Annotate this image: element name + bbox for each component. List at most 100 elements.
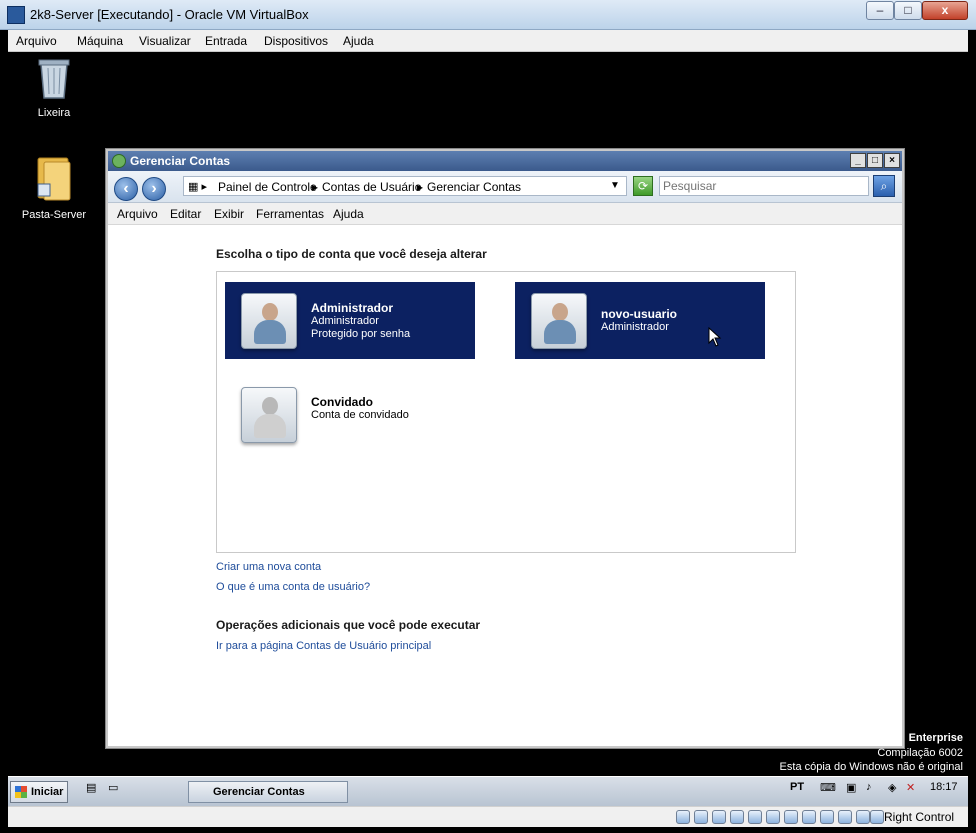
account-name: Administrador [311, 301, 394, 315]
clock[interactable]: 18:17 [930, 781, 958, 793]
volume-icon[interactable]: ♪ [866, 781, 872, 793]
connection-error-icon[interactable]: ✕ [906, 781, 915, 794]
keyboard-icon[interactable]: ⌨ [820, 781, 836, 794]
account-name: Convidado [311, 395, 373, 409]
server-manager-icon[interactable]: ▤ [86, 781, 96, 794]
recycle-bin-icon [14, 56, 94, 103]
address-dropdown-icon[interactable]: ▼ [610, 180, 620, 191]
host-key-icon[interactable] [870, 810, 884, 824]
close-button[interactable]: × [884, 153, 900, 168]
recording-icon[interactable] [820, 810, 834, 824]
audio-icon[interactable] [730, 810, 744, 824]
content-pane: Escolha o tipo de conta que você deseja … [108, 227, 902, 746]
search-input[interactable] [659, 176, 869, 196]
start-label: Iniciar [31, 786, 64, 798]
network-icon[interactable]: ▣ [846, 781, 856, 794]
vbox-window-title: 2k8-Server [Executando] - Oracle VM Virt… [30, 7, 309, 22]
accounts-list: Administrador Administrador Protegido po… [216, 271, 796, 553]
desktop-icon-recycle-bin[interactable]: Lixeira [14, 56, 94, 119]
network-adapter-icon[interactable] [748, 810, 762, 824]
account-tile-administrador[interactable]: Administrador Administrador Protegido po… [225, 282, 475, 359]
control-panel-icon: ▦ ▸ [188, 181, 207, 193]
windows-edition: Enterprise [908, 732, 963, 744]
vbox-titlebar: 2k8-Server [Executando] - Oracle VM Virt… [0, 0, 976, 30]
folder-icon [14, 156, 94, 205]
account-type: Administrador [601, 321, 669, 333]
vbox-minimize-button[interactable]: – [866, 1, 894, 20]
desktop-icon-label: Lixeira [37, 107, 71, 119]
account-password-status: Protegido por senha [311, 328, 411, 340]
display-icon[interactable] [802, 810, 816, 824]
back-button[interactable]: ‹ [114, 177, 138, 201]
menu-ferramentas[interactable]: Ferramentas [256, 207, 324, 221]
guest-avatar-icon [241, 387, 297, 443]
refresh-icon[interactable]: ⟳ [633, 176, 653, 196]
taskbar-button-label: Gerenciar Contas [213, 786, 305, 798]
user-accounts-main-link[interactable]: Ir para a página Contas de Usuário princ… [216, 640, 431, 652]
breadcrumb-separator: ▸ [417, 180, 424, 194]
breadcrumb-item-gerenciar[interactable]: Gerenciar Contas [427, 180, 521, 194]
virtualbox-app-icon [7, 6, 25, 24]
desktop-icon-label: Pasta-Server [21, 209, 87, 221]
floppy-icon[interactable] [712, 810, 726, 824]
vbox-menu-visualizar[interactable]: Visualizar [139, 34, 191, 48]
menu-exibir[interactable]: Exibir [214, 207, 244, 221]
desktop-icon-pasta-server[interactable]: Pasta-Server [14, 156, 94, 221]
usb-icon[interactable] [766, 810, 780, 824]
taskbar: Iniciar ▤ ▭ Gerenciar Contas PT ⌨ ▣ ♪ ◈ … [8, 776, 968, 806]
page-heading: Escolha o tipo de conta que você deseja … [216, 247, 487, 261]
window-title: Gerenciar Contas [130, 154, 231, 168]
windows-logo-icon [15, 786, 27, 798]
account-tile-novo-usuario[interactable]: novo-usuario Administrador [515, 282, 765, 359]
taskbar-button-gerenciar-contas[interactable]: Gerenciar Contas [188, 781, 348, 803]
what-is-account-link[interactable]: O que é uma conta de usuário? [216, 581, 370, 593]
vm-display[interactable]: Lixeira Pasta-Server Gerenciar Contas _ … [8, 52, 968, 776]
optical-drive-icon[interactable] [694, 810, 708, 824]
host-key-label: Right Control [884, 810, 955, 824]
minimize-button[interactable]: _ [850, 153, 866, 168]
vbox-close-button[interactable]: x [922, 1, 968, 20]
user-avatar-icon [241, 293, 297, 349]
forward-button[interactable]: › [142, 177, 166, 201]
breadcrumb-separator: ▸ [312, 180, 319, 194]
breadcrumb-item-contas[interactable]: Contas de Usuário [322, 180, 421, 194]
mouse-integration-icon[interactable] [856, 810, 870, 824]
gerenciar-contas-window: Gerenciar Contas _ □ × ‹ › ▦ ▸ Painel de… [106, 149, 904, 748]
maximize-button[interactable]: □ [867, 153, 883, 168]
explorer-menubar: Arquivo Editar Exibir Ferramentas Ajuda [108, 203, 902, 225]
hard-disk-icon[interactable] [676, 810, 690, 824]
create-account-link[interactable]: Criar uma nova conta [216, 561, 321, 573]
additional-operations-heading: Operações adicionais que você pode execu… [216, 618, 481, 632]
genuine-notice: Esta cópia do Windows não é original [779, 761, 963, 773]
menu-ajuda[interactable]: Ajuda [333, 207, 364, 221]
start-button[interactable]: Iniciar [10, 781, 68, 803]
account-type: Conta de convidado [311, 409, 409, 421]
mouse-cursor-icon [708, 327, 722, 347]
menu-arquivo[interactable]: Arquivo [117, 207, 158, 221]
vbox-maximize-button[interactable]: □ [894, 1, 922, 20]
windows-build: Compilação 6002 [877, 747, 963, 759]
account-name: novo-usuario [601, 307, 678, 321]
user-accounts-icon [112, 154, 126, 168]
virtualization-icon[interactable] [838, 810, 852, 824]
language-indicator[interactable]: PT [790, 781, 804, 793]
security-icon[interactable]: ◈ [888, 781, 896, 794]
vbox-menu-ajuda[interactable]: Ajuda [343, 34, 374, 48]
vbox-menubar: Arquivo Máquina Visualizar Entrada Dispo… [8, 30, 968, 52]
window-titlebar: Gerenciar Contas _ □ × [108, 151, 902, 171]
search-icon[interactable]: ⌕ [873, 175, 895, 197]
vbox-menu-arquivo[interactable]: Arquivo [16, 34, 57, 48]
breadcrumb[interactable]: ▦ ▸ Painel de Controle ▸ Contas de Usuár… [183, 176, 627, 196]
account-type: Administrador [311, 315, 379, 327]
account-tile-convidado[interactable]: Convidado Conta de convidado [225, 376, 475, 453]
vbox-menu-entrada[interactable]: Entrada [205, 34, 247, 48]
user-avatar-icon [531, 293, 587, 349]
show-desktop-icon[interactable]: ▭ [108, 781, 118, 794]
menu-editar[interactable]: Editar [170, 207, 201, 221]
vbox-menu-dispositivos[interactable]: Dispositivos [264, 34, 328, 48]
vbox-statusbar: Right Control [8, 806, 968, 827]
address-bar: ‹ › ▦ ▸ Painel de Controle ▸ Contas de U… [108, 171, 902, 203]
breadcrumb-item-painel[interactable]: Painel de Controle [218, 180, 317, 194]
vbox-menu-maquina[interactable]: Máquina [77, 34, 123, 48]
shared-folders-icon[interactable] [784, 810, 798, 824]
